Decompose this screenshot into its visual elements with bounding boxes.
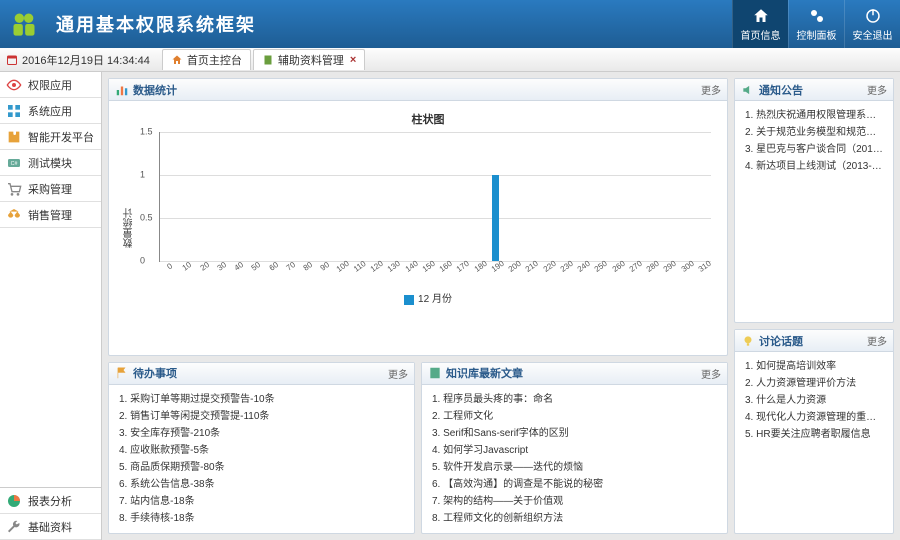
tab-dashboard[interactable]: 首页主控台 [162,49,251,70]
toolbar: 2016年12月19日 14:34:44 首页主控台 辅助资料管理 × [0,48,900,72]
svg-text:C#: C# [11,161,18,167]
list-item[interactable]: 工程师文化 [432,408,719,425]
list-item[interactable]: HR要关注应聘者职履信息 [745,426,885,443]
sidebar-item-label: 系统应用 [28,103,72,119]
sidebar-item-pie[interactable]: 报表分析 [0,488,101,514]
power-icon [864,7,882,25]
panel-articles: 知识库最新文章 更多 程序员最头疼的事：命名工程师文化Serif和Sans-se… [421,362,728,534]
more-link[interactable]: 更多 [867,82,887,97]
sidebar-item-label: 权限应用 [28,77,72,93]
list-item[interactable]: 应收账款预警-5条 [119,442,406,459]
list-item[interactable]: 手续待核-18条 [119,510,406,527]
list-item[interactable]: 站内信息-18条 [119,493,406,510]
scale-icon [6,207,22,223]
wrench-icon [6,519,22,535]
cart-icon [6,181,22,197]
panel-title: 知识库最新文章 [446,365,701,381]
people-icon [10,10,38,38]
cs-icon: C# [6,155,22,171]
list-item[interactable]: 商品质保期预警-80条 [119,459,406,476]
bars-icon [115,83,129,97]
list-item[interactable]: 销售订单等闲提交预警提-110条 [119,408,406,425]
panel-tasks: 待办事项 更多 采购订单等期过提交预警告-10条销售订单等闲提交预警提-110条… [108,362,415,534]
main-content: 数据统计 更多 柱状图 数量统计 00.511.5 01020304050607… [102,72,900,540]
list-item[interactable]: 关于规范业务模型和规范业务活动 报表，请下载（2013-11-05） [745,124,885,141]
chart-area: 柱状图 数量统计 00.511.5 0102030405060708090100… [117,107,719,349]
calendar-icon [6,54,18,66]
list-item[interactable]: 架构的结构——关于价值观 [432,493,719,510]
doc-icon [262,54,274,66]
list-item[interactable]: 程序员最头疼的事：命名 [432,391,719,408]
list-item[interactable]: 如何学习Javascript [432,442,719,459]
panel-chart: 数据统计 更多 柱状图 数量统计 00.511.5 01020304050607… [108,78,728,356]
nav-home[interactable]: 首页信息 [732,0,788,48]
panel-title: 待办事项 [133,365,388,381]
more-link[interactable]: 更多 [701,366,721,381]
panel-title: 讨论话题 [759,333,867,349]
list-item[interactable]: 软件开发启示录——迭代的烦恼 [432,459,719,476]
bulb-icon [741,334,755,348]
list-item[interactable]: Serif和Sans-serif字体的区别 [432,425,719,442]
sidebar-item-puzzle[interactable]: 智能开发平台 [0,124,101,150]
panel-discuss: 讨论话题 更多 如何提高培训效率人力资源管理评价方法什么是人力资源现代化人力资源… [734,329,894,534]
list-item[interactable]: 人力资源管理评价方法 [745,375,885,392]
sidebar-item-label: 智能开发平台 [28,129,94,145]
pie-icon [6,493,22,509]
list-item[interactable]: 如何提高培训效率 [745,358,885,375]
list-item[interactable]: 工程师文化的创新组织方法 [432,510,719,527]
more-link[interactable]: 更多 [701,82,721,97]
app-header: 通用基本权限系统框架 首页信息 控制面板 安全退出 [0,0,900,48]
sidebar-item-grid[interactable]: 系统应用 [0,98,101,124]
app-title: 通用基本权限系统框架 [48,11,732,37]
list-item[interactable]: 采购订单等期过提交预警告-10条 [119,391,406,408]
sidebar-item-eye[interactable]: 权限应用 [0,72,101,98]
chart-legend: 12 月份 [145,291,711,308]
list-item[interactable]: 什么是人力资源 [745,392,885,409]
chart-title: 柱状图 [145,111,711,130]
home-icon [171,54,183,66]
more-link[interactable]: 更多 [867,333,887,348]
nav-control-panel[interactable]: 控制面板 [788,0,844,48]
book-icon [428,366,442,380]
chart-bar [492,175,499,261]
sidebar-item-label: 报表分析 [28,493,72,509]
more-link[interactable]: 更多 [388,366,408,381]
header-nav: 首页信息 控制面板 安全退出 [732,0,900,48]
list-item[interactable]: 新达项目上线测试（2013-10-31） [745,158,885,175]
tab-aux-data[interactable]: 辅助资料管理 × [253,49,365,70]
list-item[interactable]: 现代化人力资源管理的重要意义 [745,409,885,426]
eye-icon [6,77,22,93]
panel-notice: 通知公告 更多 热烈庆祝通用权限管理系统框架上线（2013-11-06）关于规范… [734,78,894,323]
chart-y-label: 数量统计 [121,208,138,248]
content-tabs: 首页主控台 辅助资料管理 × [162,49,365,70]
panel-title: 数据统计 [133,82,701,98]
panel-title: 通知公告 [759,82,867,98]
grid-icon [6,103,22,119]
list-item[interactable]: 系统公告信息-38条 [119,476,406,493]
flag-icon [115,366,129,380]
nav-logout[interactable]: 安全退出 [844,0,900,48]
home-icon [752,7,770,25]
close-icon[interactable]: × [350,54,356,66]
puzzle-icon [6,129,22,145]
legend-swatch [404,295,414,305]
list-item[interactable]: 热烈庆祝通用权限管理系统框架上线（2013-11-06） [745,107,885,124]
list-item[interactable]: 安全库存预警-210条 [119,425,406,442]
sidebar: 权限应用系统应用智能开发平台 C# 测试模块采购管理销售管理 报表分析基础资料 [0,72,102,540]
sidebar-item-scale[interactable]: 销售管理 [0,202,101,228]
sidebar-item-cart[interactable]: 采购管理 [0,176,101,202]
sidebar-item-cs[interactable]: C# 测试模块 [0,150,101,176]
sidebar-item-label: 测试模块 [28,155,72,171]
sidebar-item-label: 采购管理 [28,181,72,197]
list-item[interactable]: 星巴克与客户谈合同（2013-10-31） [745,141,885,158]
gear-icon [808,7,826,25]
sidebar-item-label: 基础资料 [28,519,72,535]
app-logo [0,0,48,48]
list-item[interactable]: 【高效沟通】的调查是不能说的秘密 [432,476,719,493]
current-datetime: 2016年12月19日 14:34:44 [6,52,150,68]
speaker-icon [741,83,755,97]
sidebar-item-wrench[interactable]: 基础资料 [0,514,101,540]
sidebar-item-label: 销售管理 [28,207,72,223]
